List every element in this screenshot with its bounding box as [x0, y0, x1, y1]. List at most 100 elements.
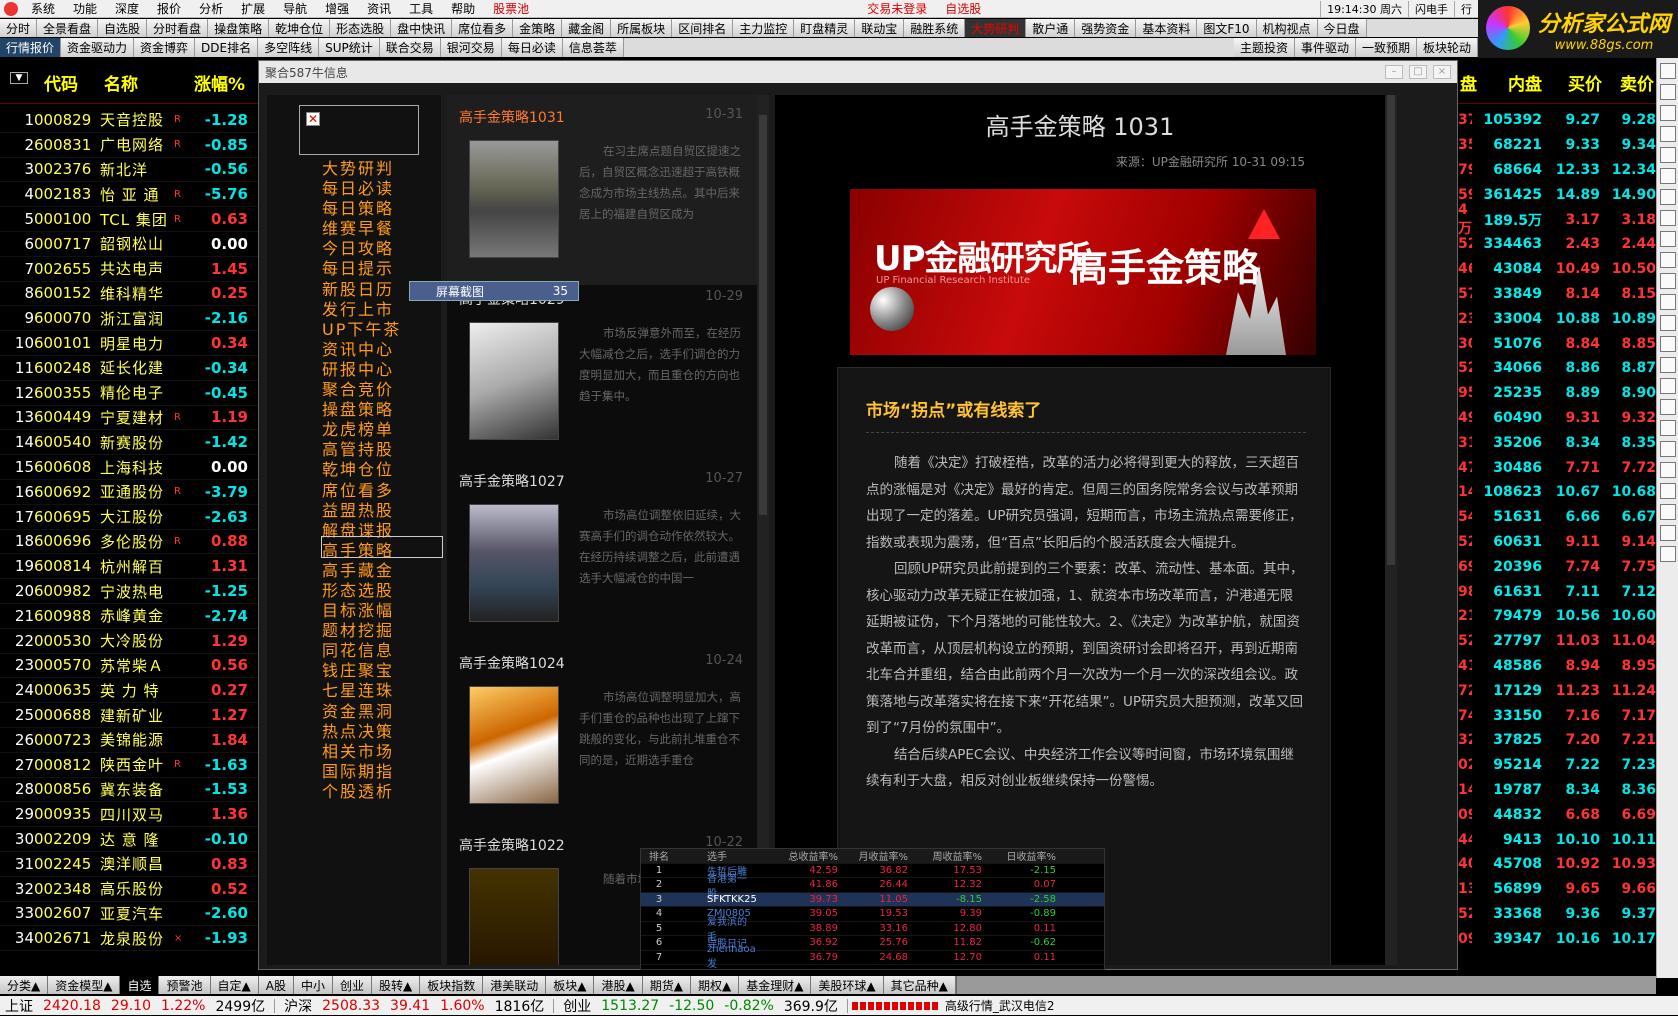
table-row[interactable]: 527 334463 2.43 2.44 [1458, 232, 1656, 257]
category-item[interactable]: 题材挖掘 [322, 617, 442, 640]
table-row[interactable]: 33 002607 亚夏汽车 -2.60 [0, 902, 258, 927]
tool-icon[interactable] [1660, 336, 1676, 352]
menu-help[interactable]: 帮助 [442, 0, 484, 17]
tool-icon[interactable] [1660, 189, 1676, 205]
category-item[interactable]: 维赛早餐 [322, 215, 442, 238]
market-tab[interactable]: 港美联动 [483, 976, 547, 994]
table-row[interactable]: 19 600814 杭州解百 1.31 [0, 554, 258, 580]
toolbar2-item[interactable]: 联合交易 [379, 38, 441, 57]
category-item[interactable]: 同花信息 [322, 637, 442, 660]
market-tab[interactable]: 分类▲ [0, 976, 49, 994]
category-item[interactable]: 聚合竞价 [322, 376, 442, 399]
toolbar-item[interactable]: 机构视点 [1256, 19, 1318, 37]
toolbar2-item[interactable]: 多空阵线 [258, 38, 320, 57]
tool-icon[interactable] [1660, 546, 1676, 562]
toolbar2-item[interactable]: 信息荟萃 [562, 38, 624, 57]
category-item[interactable]: 每日必读 [322, 175, 442, 198]
table-row[interactable]: 526 33368 9.36 9.37 [1458, 902, 1656, 927]
table-row[interactable]: 30 002209 达 意 隆 -0.10 [0, 827, 258, 852]
menu-extend[interactable]: 扩展 [232, 0, 274, 17]
table-row[interactable]: 982 61631 7.11 7.12 [1458, 579, 1656, 604]
toolbar2-item[interactable]: DDE排名 [195, 38, 259, 57]
table-row[interactable]: 28 000856 冀东装备 -1.53 [0, 778, 258, 803]
menu-tools[interactable]: 工具 [400, 0, 442, 17]
tool-icon[interactable] [1660, 399, 1676, 415]
table-row[interactable]: 576 33849 8.14 8.15 [1458, 282, 1656, 307]
table-row[interactable]: 216 79479 10.56 10.60 [1458, 604, 1656, 629]
category-item[interactable]: 国际期指 [322, 758, 442, 781]
category-item[interactable]: 七星连珠 [322, 677, 442, 700]
toolbar-item[interactable]: 席位看多 [452, 19, 514, 37]
tool-icon[interactable] [1660, 483, 1676, 499]
toolbar-item[interactable]: 今日盘 [1317, 19, 1367, 37]
menu-news[interactable]: 资讯 [358, 0, 400, 17]
toolbar-item[interactable]: 藏金阁 [562, 19, 612, 37]
table-row[interactable]: 375 105392 9.27 9.28 [1458, 108, 1656, 133]
table-row[interactable]: 24 000635 英 力 特 0.27 [0, 678, 258, 704]
category-item[interactable]: 研报中心 [322, 356, 442, 379]
tool-icon[interactable] [1660, 462, 1676, 478]
table-row[interactable]: 462 43084 10.49 10.50 [1458, 257, 1656, 282]
tool-icon[interactable] [1660, 126, 1676, 142]
toolbar-item[interactable]: 自选股 [98, 19, 148, 37]
article-scrollbar[interactable] [1385, 95, 1397, 965]
table-row[interactable]: 237 33004 10.88 10.89 [1458, 306, 1656, 331]
tool-icon[interactable] [1660, 420, 1676, 436]
flash-trade[interactable]: 闪电手 [1408, 0, 1454, 17]
toolbar2-right-item[interactable]: 一致预期 [1355, 38, 1417, 57]
toolbar-item[interactable]: 操盘策略 [208, 19, 270, 37]
tool-icon[interactable] [1660, 378, 1676, 394]
market-tab[interactable]: 预警池 [159, 976, 211, 994]
toolbar2-item[interactable]: 行情报价 [0, 38, 62, 57]
toolbar-item[interactable]: 乾坤仓位 [269, 19, 331, 37]
category-item[interactable]: 钱庄聚宝 [322, 657, 442, 680]
category-item[interactable]: 高手藏金 [322, 557, 442, 580]
table-row[interactable]: 525 27797 11.03 11.04 [1458, 629, 1656, 654]
menu-navigate[interactable]: 导航 [274, 0, 316, 17]
toolbar2-item[interactable]: SUP统计 [319, 38, 380, 57]
menu-function[interactable]: 功能 [64, 0, 106, 17]
table-row[interactable]: 305 51076 8.84 8.85 [1458, 331, 1656, 356]
category-item[interactable]: 形态选股 [322, 577, 442, 600]
category-item[interactable]: 乾坤仓位 [322, 456, 442, 479]
header-outer[interactable]: 盘 [1460, 70, 1477, 95]
toolbar-item[interactable]: 盘中快讯 [391, 19, 453, 37]
menu-analysis[interactable]: 分析 [190, 0, 232, 17]
table-row[interactable]: 20 600982 宁波热电 -1.25 [0, 579, 258, 604]
server-name[interactable]: 高级行情_武汉电信2 [940, 997, 1060, 1014]
table-row[interactable]: 7 002655 共达电声 1.45 [0, 257, 258, 282]
table-row[interactable]: 10 600101 明星电力 0.34 [0, 331, 258, 356]
category-item[interactable]: 益盟热股 [322, 497, 442, 520]
news-item[interactable]: 高手金策略1031 10-31 在习主席点题自贸区提速之后，自贸区概念迅速超于高铁概… [447, 95, 757, 285]
table-row[interactable]: 15 600608 上海科技 0.00 [0, 455, 258, 480]
market-tab[interactable]: 期货▲ [642, 976, 691, 994]
table-row[interactable]: 524 60631 9.11 9.14 [1458, 530, 1656, 555]
table-row[interactable]: 414 48586 8.94 8.95 [1458, 654, 1656, 679]
market-tab[interactable]: 资金模型▲ [48, 976, 121, 994]
tool-icon[interactable] [1660, 294, 1676, 310]
header-inner[interactable]: 内盘 [1508, 70, 1542, 95]
table-row[interactable]: 322 37825 7.20 7.21 [1458, 728, 1656, 753]
app-icon[interactable] [4, 1, 18, 16]
table-row[interactable]: 540 51631 6.66 6.67 [1458, 505, 1656, 530]
market-tab[interactable]: 自选 [120, 976, 160, 994]
tool-icon[interactable] [1660, 504, 1676, 520]
category-item[interactable]: 相关市场 [322, 738, 442, 761]
toolbar2-item[interactable]: 银河交易 [440, 38, 502, 57]
tool-icon[interactable] [1660, 210, 1676, 226]
header-buy[interactable]: 买价 [1568, 70, 1602, 95]
category-item[interactable]: 热点决策 [322, 718, 442, 741]
table-row[interactable]: 446 9413 10.10 10.11 [1458, 827, 1656, 852]
toolbar-item[interactable]: 金策略 [513, 19, 563, 37]
category-item[interactable]: 个股透析 [322, 778, 442, 801]
market-tab[interactable]: 板块指数 [420, 976, 484, 994]
toolbar2-item[interactable]: 资金博弈 [134, 38, 196, 57]
table-row[interactable]: 29 000935 四川双马 1.36 [0, 802, 258, 828]
table-row[interactable]: 14 600540 新赛股份 -1.42 [0, 430, 258, 456]
tool-icon[interactable] [1660, 357, 1676, 373]
table-row[interactable]: 25 000688 建新矿业 1.27 [0, 703, 258, 728]
tool-icon[interactable] [1660, 231, 1676, 247]
table-row[interactable]: 32 002348 高乐股份 0.52 [0, 877, 258, 902]
table-row[interactable]: 13 600449 宁夏建材 R 1.19 [0, 406, 258, 431]
table-row[interactable]: 793 68664 12.33 12.34 [1458, 158, 1656, 183]
